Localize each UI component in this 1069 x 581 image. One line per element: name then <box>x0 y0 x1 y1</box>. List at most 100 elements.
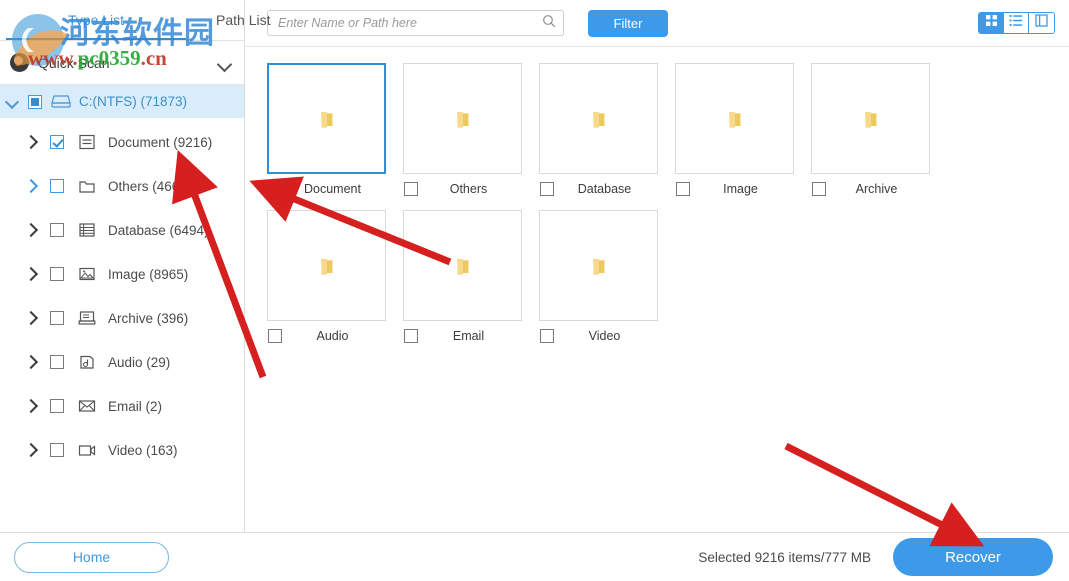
card-thumb[interactable] <box>675 63 794 174</box>
chevron-right-icon[interactable] <box>24 443 37 457</box>
sidebar-item-audio[interactable]: Audio (29) <box>0 340 244 384</box>
selection-summary: Selected 9216 items/777 MB <box>698 549 871 565</box>
scan-mode-icon <box>10 53 29 72</box>
card-thumb[interactable] <box>403 63 522 174</box>
sidebar-checkbox-archive[interactable] <box>50 311 64 325</box>
card-document[interactable]: Document <box>267 63 403 196</box>
card-footer: Video <box>539 329 658 343</box>
audio-icon <box>78 353 98 371</box>
sidebar-checkbox-document[interactable] <box>50 135 64 149</box>
sidebar-item-email[interactable]: Email (2) <box>0 384 244 428</box>
card-footer: Audio <box>267 329 386 343</box>
card-checkbox[interactable] <box>404 182 418 196</box>
file-type-tree: Document (9216) Others (46608) Database … <box>0 118 244 532</box>
card-thumb[interactable] <box>539 210 658 321</box>
card-footer: Image <box>675 182 794 196</box>
recover-button[interactable]: Recover <box>893 538 1053 576</box>
chevron-right-icon[interactable] <box>24 311 37 325</box>
chevron-right-icon[interactable] <box>24 267 37 281</box>
grid-icon <box>985 14 998 32</box>
chevron-right-icon[interactable] <box>24 179 37 193</box>
card-others[interactable]: Others <box>403 63 539 196</box>
split-pane-icon <box>1035 14 1048 32</box>
sidebar-checkbox-email[interactable] <box>50 399 64 413</box>
card-label: Database <box>577 182 632 196</box>
sidebar-item-document[interactable]: Document (9216) <box>0 120 244 164</box>
sidebar-checkbox-database[interactable] <box>50 223 64 237</box>
tab-type-list[interactable]: Type List <box>5 0 187 41</box>
drive-row[interactable]: C:(NTFS) (71873) <box>0 85 244 118</box>
card-checkbox[interactable] <box>404 329 418 343</box>
sidebar-checkbox-audio[interactable] <box>50 355 64 369</box>
sidebar-item-database[interactable]: Database (6494) <box>0 208 244 252</box>
chevron-down-icon[interactable] <box>218 56 232 70</box>
card-footer: Database <box>539 182 658 196</box>
sidebar-item-others[interactable]: Others (46608) <box>0 164 244 208</box>
scan-mode-row[interactable]: Quick Scan <box>0 41 244 85</box>
search-box[interactable] <box>267 10 564 36</box>
card-checkbox[interactable] <box>268 329 282 343</box>
image-icon <box>78 265 98 283</box>
card-thumb[interactable] <box>267 63 386 174</box>
folder-icon <box>316 108 338 130</box>
folder-icon <box>316 255 338 277</box>
hard-drive-icon <box>51 93 71 111</box>
sidebar-item-label: Image (8965) <box>108 266 189 282</box>
email-icon <box>78 397 98 415</box>
card-label: Email <box>452 329 485 343</box>
sidebar-item-label: Video (163) <box>108 442 178 458</box>
document-icon <box>78 133 98 151</box>
search-icon[interactable] <box>542 14 556 33</box>
body-split: Type List Path List Quick Scan C:(NTFS) … <box>0 0 1069 532</box>
sidebar: Type List Path List Quick Scan C:(NTFS) … <box>0 0 271 532</box>
folder-icon <box>452 108 474 130</box>
file-type-grid: Document Others Database Image Archive A… <box>267 63 1069 357</box>
card-checkbox[interactable] <box>540 329 554 343</box>
card-footer: Document <box>267 182 386 196</box>
card-checkbox[interactable] <box>812 182 826 196</box>
split-view-button[interactable] <box>1029 13 1054 33</box>
footer-bar: Home Selected 9216 items/777 MB Recover <box>0 532 1069 581</box>
card-thumb[interactable] <box>267 210 386 321</box>
sidebar-item-archive[interactable]: Archive (396) <box>0 296 244 340</box>
card-footer: Email <box>403 329 522 343</box>
card-audio[interactable]: Audio <box>267 210 403 343</box>
search-input[interactable] <box>278 16 542 30</box>
sidebar-item-video[interactable]: Video (163) <box>0 428 244 472</box>
card-thumb[interactable] <box>539 63 658 174</box>
sidebar-checkbox-others[interactable] <box>50 179 64 193</box>
database-icon <box>78 221 98 239</box>
chevron-right-icon[interactable] <box>24 135 37 149</box>
grid-view-button[interactable] <box>979 13 1004 33</box>
sidebar-item-image[interactable]: Image (8965) <box>0 252 244 296</box>
card-email[interactable]: Email <box>403 210 539 343</box>
card-image[interactable]: Image <box>675 63 811 196</box>
card-checkbox[interactable] <box>268 182 282 196</box>
drive-checkbox[interactable] <box>28 94 42 109</box>
folder-icon <box>78 177 98 195</box>
sidebar-checkbox-video[interactable] <box>50 443 64 457</box>
chevron-down-icon[interactable] <box>6 95 20 109</box>
chevron-right-icon[interactable] <box>24 355 37 369</box>
card-video[interactable]: Video <box>539 210 675 343</box>
folder-icon <box>860 108 882 130</box>
card-label: Audio <box>316 329 349 343</box>
sidebar-item-label: Audio (29) <box>108 354 171 370</box>
card-footer: Archive <box>811 182 930 196</box>
chevron-right-icon[interactable] <box>24 223 37 237</box>
folder-icon <box>588 108 610 130</box>
chevron-right-icon[interactable] <box>24 399 37 413</box>
card-database[interactable]: Database <box>539 63 675 196</box>
card-thumb[interactable] <box>811 63 930 174</box>
list-view-button[interactable] <box>1004 13 1029 33</box>
card-archive[interactable]: Archive <box>811 63 947 196</box>
tab-path-list[interactable]: Path List <box>210 0 276 41</box>
card-checkbox[interactable] <box>676 182 690 196</box>
card-thumb[interactable] <box>403 210 522 321</box>
filter-button[interactable]: Filter <box>588 9 668 37</box>
folder-icon <box>724 108 746 130</box>
home-button[interactable]: Home <box>14 541 169 573</box>
sidebar-checkbox-image[interactable] <box>50 267 64 281</box>
card-label: Image <box>723 182 758 196</box>
card-checkbox[interactable] <box>540 182 554 196</box>
